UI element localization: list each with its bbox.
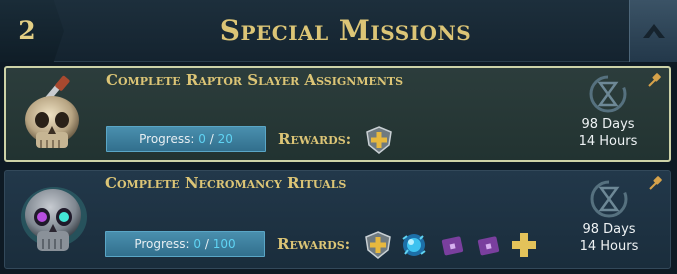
progress-bar: Progress: 0 / 100 bbox=[105, 231, 265, 257]
progress-bar: Progress: 0 / 20 bbox=[106, 126, 266, 152]
time-days: 98 Days bbox=[582, 222, 636, 237]
skull-with-sword-icon bbox=[25, 75, 79, 148]
chevron-up-icon bbox=[643, 24, 665, 38]
hourglass-timer-icon bbox=[589, 75, 627, 113]
glowing-skull-icon bbox=[21, 187, 87, 251]
progress-total: 20 bbox=[217, 132, 233, 146]
time-hours: 14 Hours bbox=[578, 134, 638, 149]
collapse-button[interactable] bbox=[629, 0, 677, 62]
missions-header: 2 Special Missions bbox=[0, 0, 677, 62]
progress-total: 100 bbox=[212, 237, 236, 251]
progress-separator: / bbox=[204, 237, 209, 251]
time-days: 98 Days bbox=[581, 117, 635, 132]
progress-separator: / bbox=[209, 132, 214, 146]
gold-shield-plus-icon[interactable] bbox=[364, 125, 394, 155]
purple-lock-card-icon[interactable] bbox=[473, 232, 503, 262]
rewards-label: Rewards: bbox=[278, 130, 352, 148]
progress-label: Progress: bbox=[134, 237, 190, 251]
mission-count: 2 bbox=[18, 16, 36, 45]
mission-card-raptor-slayer[interactable]: Complete Raptor Slayer Assignments Progr… bbox=[4, 66, 671, 162]
time-hours: 14 Hours bbox=[579, 239, 639, 254]
blue-orb-icon[interactable] bbox=[399, 230, 429, 260]
rewards-label: Rewards: bbox=[277, 235, 351, 253]
gold-shield-plus-icon[interactable] bbox=[363, 230, 393, 260]
progress-label: Progress: bbox=[139, 132, 195, 146]
pin-icon[interactable] bbox=[648, 175, 664, 191]
progress-current: 0 bbox=[193, 237, 202, 251]
section-title: Special Missions bbox=[219, 14, 472, 47]
hourglass-timer-icon bbox=[590, 180, 628, 218]
gold-plus-icon[interactable] bbox=[509, 230, 539, 260]
mission-title: Complete Raptor Slayer Assignments bbox=[106, 71, 404, 89]
purple-lock-card-icon[interactable] bbox=[437, 232, 467, 262]
progress-current: 0 bbox=[198, 132, 206, 146]
mission-card-necromancy-rituals[interactable]: Complete Necromancy Rituals Progress: 0 … bbox=[4, 170, 671, 269]
pin-icon[interactable] bbox=[647, 72, 663, 88]
time-remaining: 98 Days 14 Hours bbox=[573, 72, 643, 150]
time-remaining: 98 Days 14 Hours bbox=[574, 177, 644, 255]
mission-title: Complete Necromancy Rituals bbox=[105, 174, 347, 192]
